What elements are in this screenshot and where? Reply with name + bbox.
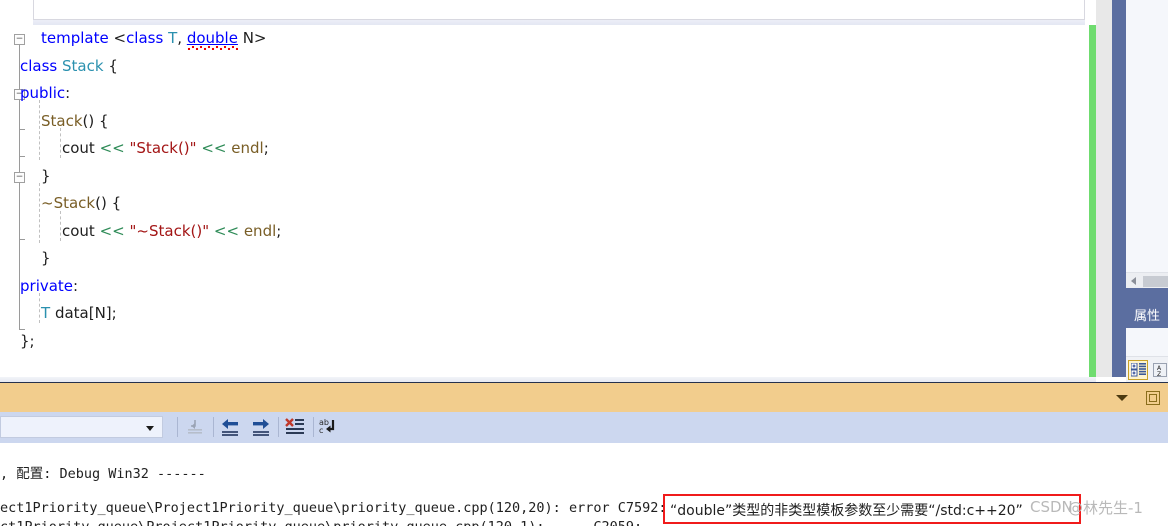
code-token: ; — [276, 221, 282, 240]
code-token: : — [73, 276, 79, 295]
code-line: public: — [0, 80, 1096, 108]
properties-toolbar: A Z — [1126, 356, 1168, 382]
code-token: << — [99, 221, 125, 240]
sort-alpha-icon: A Z — [1153, 363, 1167, 377]
previous-message-button[interactable] — [217, 415, 243, 439]
properties-content — [1126, 328, 1168, 356]
peek-window-partial — [33, 0, 1085, 20]
error-list-toolbar: ab c — [0, 412, 1168, 443]
code-line: cout << "Stack()" << endl; — [0, 135, 1096, 163]
code-token: } — [41, 166, 51, 185]
code-token: public — [20, 84, 66, 102]
next-message-button[interactable] — [248, 415, 274, 439]
code-token: cout — [62, 221, 95, 240]
categorized-view-button[interactable] — [1128, 360, 1148, 380]
code-token: << — [99, 139, 125, 157]
code-token: template — [41, 29, 109, 47]
code-token: << — [201, 139, 227, 157]
watermark-csdn: CSDN — [1030, 498, 1073, 516]
code-token: , — [177, 29, 187, 47]
toggle-word-wrap-button[interactable]: ab c — [318, 415, 344, 439]
code-line: } — [0, 245, 1096, 273]
code-token: class — [126, 29, 164, 47]
restore-window-icon[interactable] — [1146, 391, 1160, 405]
code-token: ; — [263, 139, 269, 157]
code-token: endl — [243, 221, 277, 240]
code-line: T data[N]; — [0, 300, 1096, 328]
arrow-right-icon — [253, 419, 269, 436]
code-token: : — [65, 84, 71, 102]
code-token: { — [103, 56, 118, 75]
code-line: private: — [0, 273, 1096, 301]
arrow-left-icon — [222, 419, 238, 436]
code-token: endl — [231, 139, 264, 157]
code-token: "~Stack()" — [129, 221, 210, 240]
code-token: "Stack()" — [129, 139, 197, 157]
code-line: class Stack { — [0, 53, 1096, 81]
left-arrow-icon[interactable] — [1131, 277, 1136, 285]
editor-right-gutter — [1096, 0, 1112, 377]
output-source-combo[interactable] — [0, 416, 163, 438]
code-token: T — [41, 304, 51, 322]
alphabetical-view-button[interactable]: A Z — [1150, 360, 1168, 380]
svg-text:Z: Z — [1157, 371, 1161, 377]
code-token: N> — [237, 29, 267, 47]
toolbar-separator-3 — [278, 417, 279, 437]
clear-all-button[interactable] — [282, 415, 308, 439]
chevron-down-icon[interactable] — [1116, 395, 1128, 401]
code-token: double — [186, 29, 238, 47]
toolbar-separator-4 — [313, 417, 314, 437]
pane-gap — [1126, 288, 1168, 300]
properties-hscrollbar[interactable] — [1126, 272, 1168, 288]
code-token: T — [168, 29, 178, 47]
code-token: data[N]; — [50, 304, 117, 322]
toolbar-separator-1 — [177, 417, 178, 437]
code-line: } — [0, 163, 1096, 191]
code-line: cout << "~Stack()" << endl; — [0, 218, 1096, 246]
code-line: }; — [0, 328, 1096, 356]
error-highlight-box — [663, 494, 1081, 524]
code-token: << — [213, 221, 240, 240]
svg-text:c: c — [319, 426, 323, 435]
word-wrap-icon: ab c — [319, 418, 335, 435]
output-line: , 配置: Debug Win32 ------ — [0, 466, 206, 482]
tool-window-strip — [1112, 0, 1126, 377]
code-token: ~Stack — [41, 194, 96, 212]
watermark-author: @林先生-1 — [1068, 499, 1143, 517]
code-token: cout — [62, 139, 95, 157]
code-token: Stack — [62, 56, 104, 75]
scrollbar-thumb[interactable] — [1143, 276, 1168, 287]
chevron-down-icon[interactable] — [146, 426, 154, 431]
go-to-line-button[interactable] — [182, 415, 208, 439]
visual-studio-window: − − − template <class T, double N> class … — [0, 0, 1168, 526]
code-editor[interactable]: − − − template <class T, double N> class … — [0, 25, 1096, 377]
code-token: () { — [82, 111, 109, 130]
tab-properties-label: 属性 — [1133, 308, 1160, 324]
code-line: Stack() { — [0, 108, 1096, 136]
code-token: } — [41, 249, 51, 267]
output-panel-header — [0, 382, 1168, 412]
code-text[interactable]: template <class T, double N> class Stack … — [0, 25, 1096, 355]
code-line: template <class T, double N> — [0, 25, 1096, 53]
code-token: < — [108, 29, 127, 47]
code-token: class — [20, 56, 58, 75]
output-line: ect1Priority_queue\Project1Priority_queu… — [0, 500, 667, 516]
code-token: private — [20, 276, 74, 295]
toolbar-separator-2 — [213, 417, 214, 437]
code-line: ~Stack() { — [0, 190, 1096, 218]
output-line: ct1Priority_queue\Project1Priority_queue… — [0, 519, 642, 526]
code-token: Stack — [41, 111, 83, 130]
categorized-icon — [1130, 363, 1146, 377]
tab-properties[interactable]: 属性 — [1126, 300, 1168, 328]
clear-list-icon — [285, 418, 304, 434]
code-token: }; — [20, 331, 35, 350]
goto-line-icon — [188, 420, 202, 434]
code-token: () { — [95, 194, 122, 212]
